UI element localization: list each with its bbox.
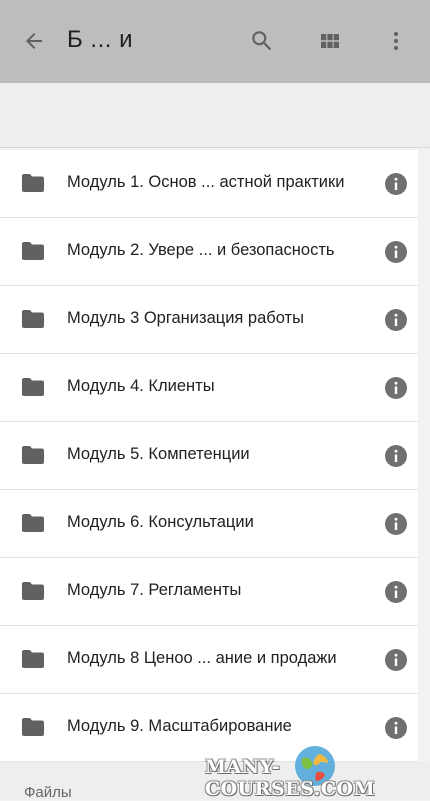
info-icon[interactable] <box>384 648 408 672</box>
more-options-button[interactable] <box>374 19 418 63</box>
list-item[interactable]: Модуль 8 Ценоо ... ание и продажи <box>0 626 418 694</box>
list-item[interactable]: Модуль 3 Организация работы <box>0 286 418 354</box>
info-icon[interactable] <box>384 172 408 196</box>
list-item[interactable]: Модуль 6. Консультации <box>0 490 418 558</box>
info-icon[interactable] <box>384 580 408 604</box>
grid-view-button[interactable] <box>308 19 352 63</box>
toolbar-area <box>0 83 430 148</box>
info-icon[interactable] <box>384 240 408 264</box>
watermark: MANY-COURSES.COM <box>205 742 425 800</box>
search-button[interactable] <box>240 19 284 63</box>
folder-name: Модуль 7. Регламенты <box>67 581 242 599</box>
folder-name: Модуль 6. Консультации <box>67 513 254 531</box>
folder-name: Модуль 1. Основ ... астной практики <box>67 173 345 191</box>
list-item[interactable]: Модуль 7. Регламенты <box>0 558 418 626</box>
search-icon <box>252 31 272 51</box>
folder-icon <box>22 650 44 668</box>
folder-icon <box>22 378 44 396</box>
folder-name: Модуль 2. Увере ... и безопасность <box>67 241 335 259</box>
list-item[interactable]: Модуль 4. Клиенты <box>0 354 418 422</box>
folder-icon <box>22 582 44 600</box>
folder-name: Модуль 4. Клиенты <box>67 377 215 395</box>
app-bar: Б ... и <box>0 0 430 83</box>
list-item[interactable]: Модуль 5. Компетенции <box>0 422 418 490</box>
files-section-label: Файлы <box>24 784 72 801</box>
page-title: Б ... и <box>67 26 133 53</box>
folder-name: Модуль 9. Масштабирование <box>67 717 292 735</box>
arrow-back-icon <box>26 33 42 49</box>
info-icon[interactable] <box>384 308 408 332</box>
info-icon[interactable] <box>384 444 408 468</box>
folder-icon <box>22 514 44 532</box>
info-icon[interactable] <box>384 376 408 400</box>
back-button[interactable] <box>12 19 56 63</box>
info-icon[interactable] <box>384 716 408 740</box>
folder-name: Модуль 5. Компетенции <box>67 445 250 463</box>
list-item[interactable]: Модуль 2. Увере ... и безопасность <box>0 218 418 286</box>
folder-name: Модуль 3 Организация работы <box>67 309 304 327</box>
grid-view-icon <box>321 34 339 48</box>
list-item[interactable]: Модуль 1. Основ ... астной практики <box>0 150 418 218</box>
folder-icon <box>22 242 44 260</box>
folder-icon <box>22 446 44 464</box>
scrollbar-track[interactable] <box>418 150 430 762</box>
info-icon[interactable] <box>384 512 408 536</box>
more-vert-icon <box>394 32 398 50</box>
folder-name: Модуль 8 Ценоо ... ание и продажи <box>67 649 337 667</box>
folder-icon <box>22 718 44 736</box>
folder-list: Модуль 1. Основ ... астной практики Моду… <box>0 150 418 762</box>
folder-icon <box>22 174 44 192</box>
folder-icon <box>22 310 44 328</box>
watermark-text: MANY-COURSES.COM <box>205 756 376 800</box>
